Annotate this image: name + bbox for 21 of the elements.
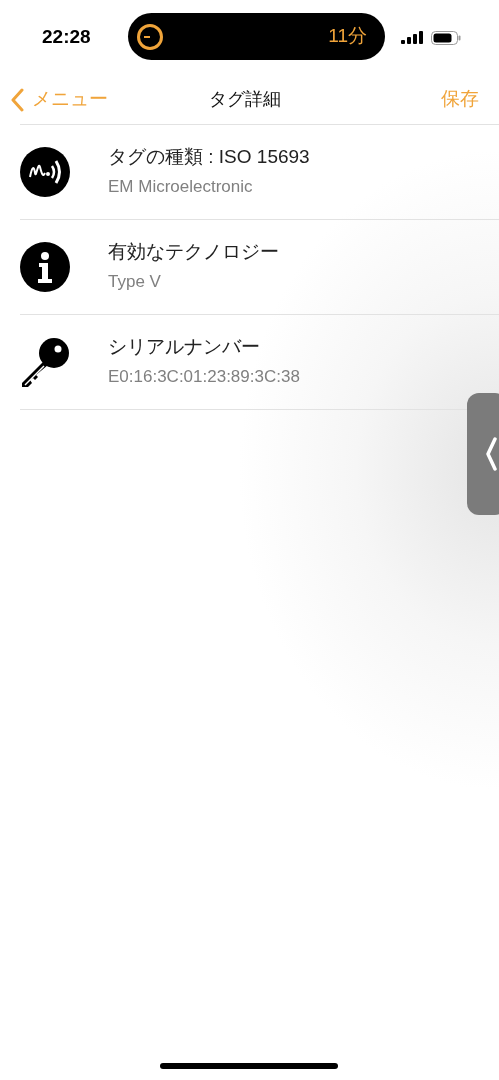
item-detail: EM Microelectronic	[108, 177, 254, 198]
item-detail: Type V	[108, 272, 162, 293]
status-time: 22:28	[42, 25, 92, 50]
item-title: 有効なテクノロジー	[108, 241, 279, 265]
item-title: シリアルナンバー	[108, 336, 261, 360]
save-button[interactable]: 保存	[441, 85, 479, 114]
info-icon	[20, 242, 70, 292]
chevron-left-icon	[485, 437, 497, 471]
item-detail: E0:16:3C:01:23:89:3C:38	[108, 367, 300, 388]
timer-icon	[136, 22, 164, 51]
signal-icon	[401, 31, 423, 44]
item-title: タグの種類 : ISO 15693	[108, 146, 310, 170]
chevron-left-icon	[10, 87, 24, 112]
page-title: タグ詳細	[208, 88, 281, 111]
timer-text: 11分	[328, 24, 367, 49]
battery-icon	[431, 30, 461, 45]
key-icon	[20, 337, 70, 387]
nfc-icon	[20, 147, 70, 197]
back-button[interactable]: メニュー	[10, 85, 209, 114]
dynamic-island[interactable]: 11分	[128, 13, 385, 60]
side-panel-handle[interactable]	[467, 393, 499, 515]
